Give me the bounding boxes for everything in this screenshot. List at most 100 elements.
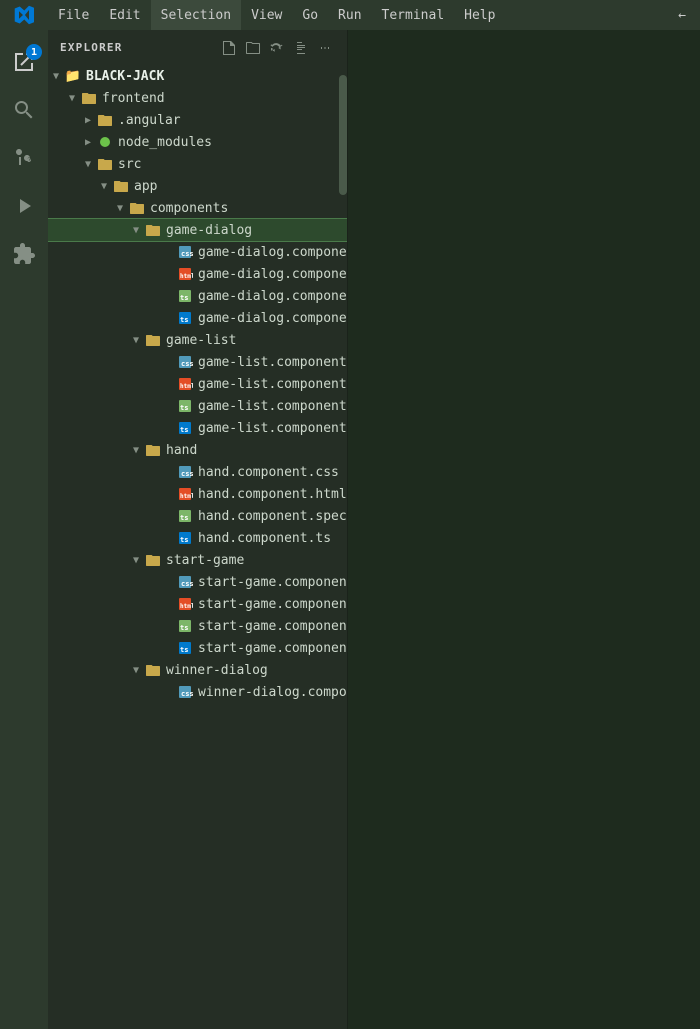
spec-file-icon-1: ts [176, 287, 194, 305]
hand-css-label: hand.component.css [198, 465, 339, 480]
start-game-spec-label: start-game.component.spec.ts [198, 619, 347, 634]
svg-text:ts: ts [180, 514, 188, 522]
app-arrow: ▼ [96, 178, 112, 194]
activity-bar: 1 [0, 30, 48, 1029]
src-label: src [118, 157, 141, 172]
game-list-css-label: game-list.component.css [198, 355, 347, 370]
menu-view[interactable]: View [241, 0, 292, 30]
svg-text:html: html [180, 493, 193, 500]
ts-file-icon-4: ts [176, 639, 194, 657]
svg-text:ts: ts [180, 404, 188, 412]
hand-ts-label: hand.component.ts [198, 531, 331, 546]
tree-item-angular[interactable]: ▶ .angular [48, 109, 347, 131]
tree-item-src[interactable]: ▼ src [48, 153, 347, 175]
game-list-ts-label: game-list.component.ts [198, 421, 347, 436]
new-file-button[interactable] [219, 38, 239, 58]
game-dialog-css-label: game-dialog.component.css [198, 245, 347, 260]
svg-text:ts: ts [180, 624, 188, 632]
html-file-icon-1: html [176, 265, 194, 283]
frontend-folder-icon [80, 89, 98, 107]
ts-file-icon-3: ts [176, 529, 194, 547]
tree-item-game-dialog-ts[interactable]: ▶ ts game-dialog.component.ts [48, 307, 347, 329]
svg-text:css: css [181, 690, 193, 698]
tree-item-game-dialog-css[interactable]: ▶ css game-dialog.component.css [48, 241, 347, 263]
tree-item-frontend[interactable]: ▼ frontend [48, 87, 347, 109]
start-game-ts-label: start-game.component.ts [198, 641, 347, 656]
tree-item-winner-dialog-css[interactable]: ▶ css winner-dialog.component.css [48, 681, 347, 703]
project-label: BLACK-JACK [86, 69, 164, 84]
ts-file-icon-1: ts [176, 309, 194, 327]
tree-item-app[interactable]: ▼ app [48, 175, 347, 197]
tree-item-game-list-spec[interactable]: ▶ ts game-list.component.spec.ts [48, 395, 347, 417]
game-dialog-html-label: game-dialog.component.html [198, 267, 347, 282]
tree-item-game-dialog[interactable]: ▼ game-dialog [48, 219, 347, 241]
tree-item-game-dialog-html[interactable]: ▶ html game-dialog.component.html [48, 263, 347, 285]
node-modules-arrow: ▶ [80, 134, 96, 150]
tree-item-start-game-ts[interactable]: ▶ ts start-game.component.ts [48, 637, 347, 659]
more-actions-button[interactable] [315, 38, 335, 58]
project-arrow: ▼ [48, 68, 64, 84]
project-root[interactable]: ▼ 📁 BLACK-JACK [48, 65, 347, 87]
tree-item-start-game[interactable]: ▼ start-game [48, 549, 347, 571]
css-file-icon-1: css [176, 243, 194, 261]
main-layout: 1 EXPLORER [0, 30, 700, 1029]
css-file-icon-3: css [176, 463, 194, 481]
tree-item-game-list[interactable]: ▼ game-list [48, 329, 347, 351]
ts-file-icon-2: ts [176, 419, 194, 437]
new-folder-button[interactable] [243, 38, 263, 58]
activity-extensions[interactable] [0, 230, 48, 278]
activity-source-control[interactable] [0, 134, 48, 182]
tree-item-winner-dialog[interactable]: ▼ winner-dialog [48, 659, 347, 681]
tree-item-start-game-html[interactable]: ▶ html start-game.component.html [48, 593, 347, 615]
game-list-folder-icon [144, 331, 162, 349]
tree-item-hand-css[interactable]: ▶ css hand.component.css [48, 461, 347, 483]
app-logo [0, 0, 48, 30]
tree-item-start-game-spec[interactable]: ▶ ts start-game.component.spec.ts [48, 615, 347, 637]
menu-edit[interactable]: Edit [99, 0, 150, 30]
node-modules-label: node_modules [118, 135, 212, 150]
menu-help[interactable]: Help [454, 0, 505, 30]
start-game-css-label: start-game.component.css [198, 575, 347, 590]
tree-item-game-dialog-spec[interactable]: ▶ ts game-dialog.component.spec.ts [48, 285, 347, 307]
angular-folder-icon [96, 111, 114, 129]
components-arrow: ▼ [112, 200, 128, 216]
scrollbar-track[interactable] [339, 65, 347, 1029]
start-game-folder-icon [144, 551, 162, 569]
menu-run[interactable]: Run [328, 0, 371, 30]
components-folder-icon [128, 199, 146, 217]
back-button[interactable]: ← [664, 0, 700, 30]
menu-go[interactable]: Go [292, 0, 328, 30]
svg-text:html: html [180, 273, 193, 280]
svg-text:css: css [181, 470, 193, 478]
refresh-button[interactable] [267, 38, 287, 58]
html-file-icon-2: html [176, 375, 194, 393]
winner-dialog-arrow: ▼ [128, 662, 144, 678]
tree-item-game-list-css[interactable]: ▶ css game-list.component.css [48, 351, 347, 373]
menu-file[interactable]: File [48, 0, 99, 30]
tree-item-hand-ts[interactable]: ▶ ts hand.component.ts [48, 527, 347, 549]
svg-text:ts: ts [180, 536, 188, 544]
scrollbar-thumb[interactable] [339, 75, 347, 195]
tree-item-hand-spec[interactable]: ▶ ts hand.component.spec.ts [48, 505, 347, 527]
collapse-all-button[interactable] [291, 38, 311, 58]
tree-item-hand-html[interactable]: ▶ html hand.component.html [48, 483, 347, 505]
menu-terminal[interactable]: Terminal [372, 0, 455, 30]
tree-item-components[interactable]: ▼ components [48, 197, 347, 219]
game-dialog-spec-label: game-dialog.component.spec.ts [198, 289, 347, 304]
app-label: app [134, 179, 157, 194]
tree-item-game-list-html[interactable]: ▶ html game-list.component.html [48, 373, 347, 395]
html-file-icon-3: html [176, 485, 194, 503]
activity-search[interactable] [0, 86, 48, 134]
start-game-html-label: start-game.component.html [198, 597, 347, 612]
game-list-arrow: ▼ [128, 332, 144, 348]
tree-item-game-list-ts[interactable]: ▶ ts game-list.component.ts [48, 417, 347, 439]
activity-run[interactable] [0, 182, 48, 230]
tree-item-hand[interactable]: ▼ hand [48, 439, 347, 461]
tree-item-start-game-css[interactable]: ▶ css start-game.component.css [48, 571, 347, 593]
menu-selection[interactable]: Selection [151, 0, 241, 30]
spec-file-icon-3: ts [176, 507, 194, 525]
tree-item-node-modules[interactable]: ▶ node_modules [48, 131, 347, 153]
activity-explorer[interactable]: 1 [0, 38, 48, 86]
css-file-icon-2: css [176, 353, 194, 371]
sidebar: EXPLORER [48, 30, 348, 1029]
